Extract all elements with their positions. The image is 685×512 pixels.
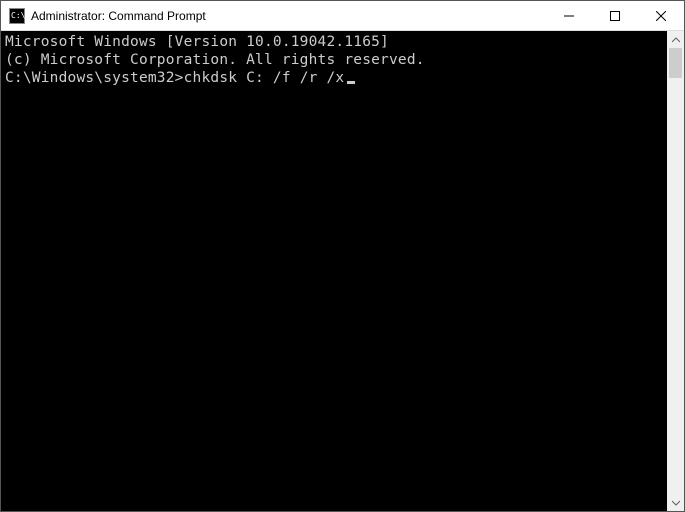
terminal-cursor: [347, 81, 355, 84]
close-icon: [656, 11, 666, 21]
terminal-line: Microsoft Windows [Version 10.0.19042.11…: [5, 33, 663, 51]
maximize-button[interactable]: [592, 1, 638, 30]
maximize-icon: [610, 11, 620, 21]
terminal[interactable]: Microsoft Windows [Version 10.0.19042.11…: [1, 31, 667, 511]
scrollbar-thumb[interactable]: [669, 48, 682, 78]
window-title: Administrator: Command Prompt: [31, 9, 546, 23]
terminal-prompt-line: C:\Windows\system32>chkdsk C: /f /r /x: [5, 69, 663, 87]
svg-text:C:\: C:\: [11, 11, 25, 20]
chevron-down-icon: [672, 499, 680, 507]
minimize-icon: [564, 11, 574, 21]
scroll-up-button[interactable]: [667, 31, 684, 48]
content-area: Microsoft Windows [Version 10.0.19042.11…: [1, 31, 684, 511]
window-controls: [546, 1, 684, 30]
terminal-prompt: C:\Windows\system32>: [5, 70, 184, 86]
minimize-button[interactable]: [546, 1, 592, 30]
chevron-up-icon: [672, 36, 680, 44]
scroll-down-button[interactable]: [667, 494, 684, 511]
terminal-line: (c) Microsoft Corporation. All rights re…: [5, 51, 663, 69]
command-prompt-window: C:\ Administrator: Command Prompt: [0, 0, 685, 512]
close-button[interactable]: [638, 1, 684, 30]
titlebar[interactable]: C:\ Administrator: Command Prompt: [1, 1, 684, 31]
scrollbar-track[interactable]: [667, 48, 684, 494]
vertical-scrollbar[interactable]: [667, 31, 684, 511]
cmd-icon: C:\: [9, 8, 25, 24]
terminal-command: chkdsk C: /f /r /x: [184, 70, 345, 86]
